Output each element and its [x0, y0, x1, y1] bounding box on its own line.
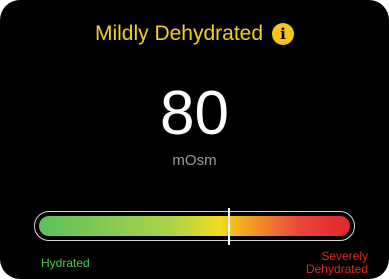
gauge-gradient-track: [39, 216, 350, 236]
hydration-gauge: [34, 211, 355, 241]
gauge-level-marker: [227, 208, 230, 245]
info-glyph: i: [280, 25, 286, 43]
reading-unit: mOsm: [172, 152, 217, 169]
status-header: Mildly Dehydrated i: [0, 20, 389, 48]
gauge-high-label: Severely Dehydrated: [305, 249, 368, 276]
info-icon[interactable]: i: [272, 23, 295, 45]
reading-value: 80: [160, 79, 229, 148]
gauge-low-label: Hydrated: [41, 256, 90, 270]
status-title: Mildly Dehydrated: [94, 22, 264, 45]
hydration-card: Mildly Dehydrated i 80 mOsm Hydrated Sev…: [0, 0, 389, 279]
